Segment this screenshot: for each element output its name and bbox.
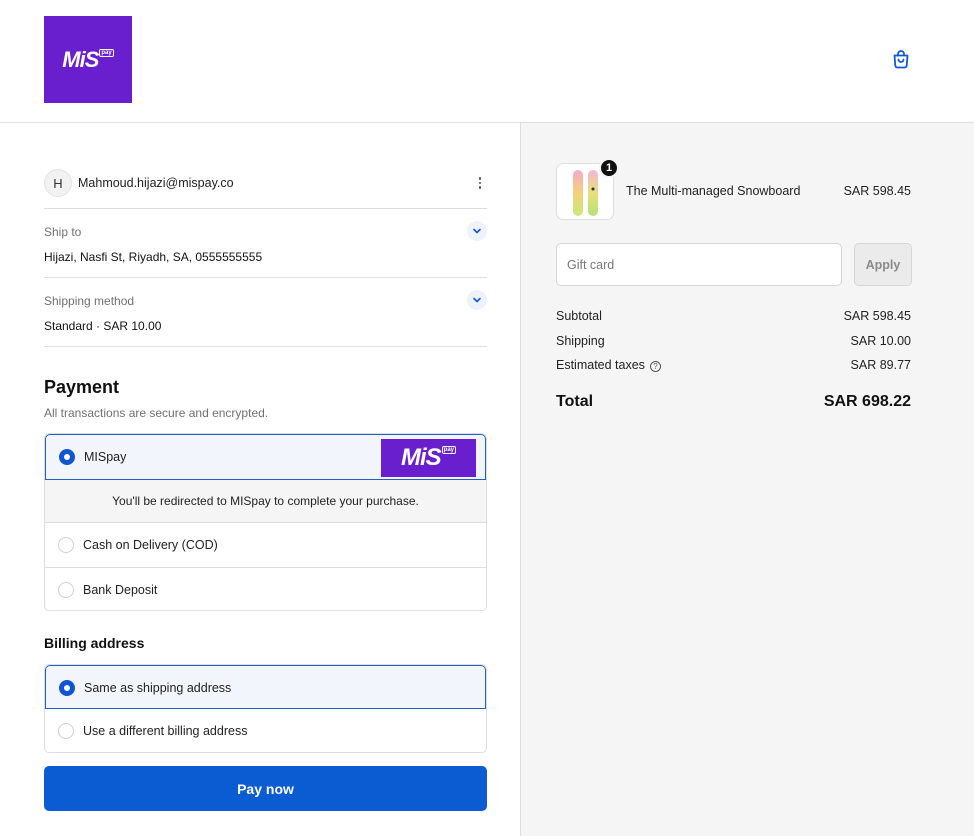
- more-options-icon[interactable]: [475, 174, 485, 192]
- store-logo[interactable]: MiS pay: [44, 16, 132, 103]
- payment-option-bank-deposit[interactable]: Bank Deposit: [45, 568, 486, 610]
- shipping-method-value: Standard · SAR 10.00: [44, 319, 161, 333]
- total-label: Total: [556, 393, 594, 410]
- shipping-label: Shipping: [556, 334, 605, 348]
- billing-options: Same as shipping address Use a different…: [44, 664, 487, 753]
- shopping-bag-icon[interactable]: [889, 47, 913, 71]
- product-price: SAR 598.45: [843, 184, 911, 198]
- shipping-method-label: Shipping method: [44, 294, 135, 308]
- estimated-taxes-row: Estimated taxes?: [556, 358, 661, 372]
- billing-option-same[interactable]: Same as shipping address: [45, 665, 486, 709]
- account-row: H Mahmoud.hijazi@mispay.co: [44, 169, 487, 209]
- shipping-method-name: Standard: [44, 319, 93, 333]
- logo-text: MiS: [400, 444, 442, 471]
- radio-bank-deposit[interactable]: [58, 582, 74, 598]
- shipping-method-section[interactable]: Shipping method Standard · SAR 10.00: [44, 278, 487, 347]
- subtotal-value: SAR 598.45: [843, 309, 911, 323]
- radio-cod[interactable]: [58, 537, 74, 553]
- header: MiS pay: [0, 0, 974, 123]
- product-name: The Multi-managed Snowboard: [626, 184, 801, 198]
- ship-to-value: Hijazi, Nasfi St, Riyadh, SA, 0555555555: [44, 250, 263, 264]
- apply-button[interactable]: Apply: [854, 243, 912, 286]
- chevron-down-icon[interactable]: [467, 221, 487, 241]
- payment-option-label: Cash on Delivery (COD): [83, 538, 218, 552]
- help-icon[interactable]: ?: [649, 361, 661, 372]
- ship-to-label: Ship to: [44, 225, 82, 239]
- quantity-badge: 1: [599, 158, 619, 178]
- order-summary: 1 The Multi-managed Snowboard SAR 598.45…: [520, 123, 974, 836]
- payment-option-label: Bank Deposit: [83, 583, 158, 597]
- total-value: SAR 698.22: [823, 393, 911, 410]
- payment-title: Payment: [44, 377, 120, 397]
- payment-option-cod[interactable]: Cash on Delivery (COD): [45, 523, 486, 567]
- pay-now-button[interactable]: Pay now: [44, 766, 487, 811]
- mispay-logo: MiS pay: [381, 439, 476, 477]
- billing-option-label: Same as shipping address: [84, 681, 232, 695]
- payment-option-mispay[interactable]: MISpay MiS pay: [45, 434, 486, 480]
- radio-different-address[interactable]: [58, 723, 74, 739]
- gift-card-input[interactable]: [556, 243, 842, 286]
- estimated-taxes-value: SAR 89.77: [850, 358, 911, 372]
- shipping-method-price: SAR 10.00: [103, 319, 162, 333]
- ship-to-section[interactable]: Ship to Hijazi, Nasfi St, Riyadh, SA, 05…: [44, 209, 487, 278]
- billing-option-different[interactable]: Use a different billing address: [45, 709, 486, 752]
- shipping-method-separator: ·: [92, 319, 104, 333]
- logo-badge: pay: [441, 446, 456, 454]
- logo-text: MiS: [62, 46, 99, 72]
- payment-options: MISpay MiS pay You'll be redirected to MI…: [44, 433, 487, 611]
- avatar: H: [44, 169, 72, 197]
- logo-badge: pay: [99, 48, 114, 57]
- subtotal-label: Subtotal: [556, 309, 602, 323]
- redirect-note: You'll be redirected to MISpay to comple…: [45, 480, 486, 523]
- payment-option-label: MISpay: [84, 450, 127, 464]
- estimated-taxes-label: Estimated taxes: [556, 358, 645, 372]
- billing-option-label: Use a different billing address: [83, 724, 248, 738]
- shipping-value: SAR 10.00: [850, 334, 911, 348]
- payment-subtitle: All transactions are secure and encrypte…: [44, 406, 269, 420]
- chevron-down-icon[interactable]: [467, 290, 487, 310]
- account-email: Mahmoud.hijazi@mispay.co: [78, 176, 234, 190]
- radio-same-address[interactable]: [59, 680, 75, 696]
- checkout-form: H Mahmoud.hijazi@mispay.co Ship to Hijaz…: [0, 123, 520, 836]
- radio-mispay[interactable]: [59, 449, 75, 465]
- billing-title: Billing address: [44, 635, 145, 651]
